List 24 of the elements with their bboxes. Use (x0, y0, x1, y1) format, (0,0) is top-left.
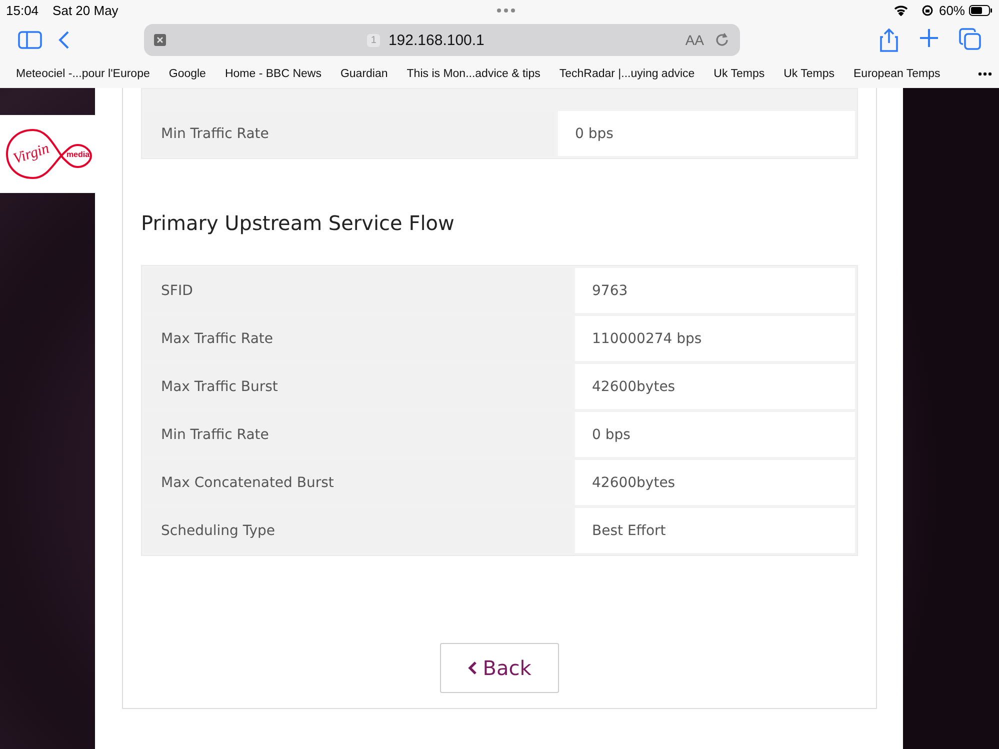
row-value: 110000274 bps (575, 316, 855, 361)
row-value: 42600bytes (575, 460, 855, 505)
address-bar[interactable]: 1 192.168.100.1 AA (144, 24, 740, 56)
row-value: 9763 (575, 268, 855, 313)
bookmark-link[interactable]: Home - BBC News (224, 68, 322, 80)
bookmark-link[interactable]: European Temps (854, 68, 940, 80)
row-value: 0 bps (575, 412, 855, 457)
url-text: 192.168.100.1 (388, 32, 484, 48)
bookmark-link[interactable]: Guardian (340, 68, 388, 80)
bookmark-link[interactable]: TechRadar |...uying advice (559, 68, 695, 80)
bookmark-link[interactable]: Meteociel -...pour l'Europe (16, 68, 150, 80)
battery-percentage: 60% (938, 2, 965, 18)
row-value: 42600bytes (575, 364, 855, 409)
tab-count-badge: 1 (366, 34, 380, 46)
row-value: 0 bps (558, 111, 855, 156)
clock-time: 15:04 (6, 2, 39, 18)
bookmark-link[interactable]: Uk Temps (784, 68, 835, 80)
row-value: Best Effort (575, 508, 855, 553)
date-text: Sat 20 May (52, 2, 118, 18)
bookmark-link[interactable]: Google (168, 68, 206, 80)
bookmark-link[interactable]: This is Mon...advice & tips (406, 68, 540, 80)
text-size-button[interactable]: AA (685, 32, 704, 48)
section-heading: Primary Upstream Service Flow (141, 211, 456, 235)
bookmark-link[interactable]: Uk Temps (714, 68, 765, 80)
